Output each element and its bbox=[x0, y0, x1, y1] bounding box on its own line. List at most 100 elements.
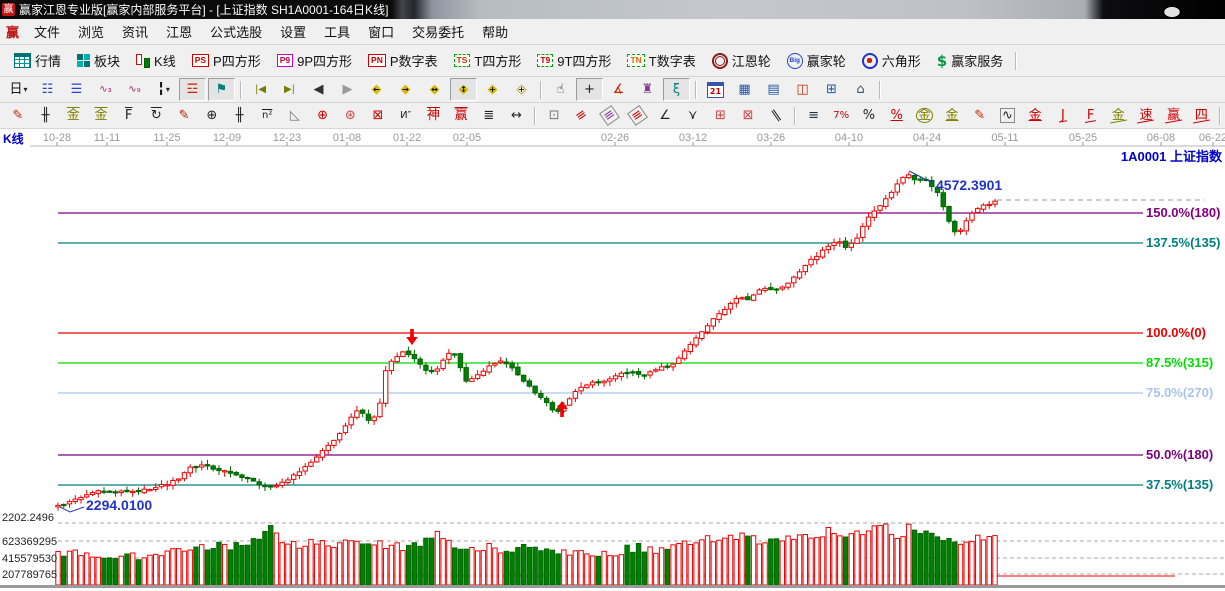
candle[interactable] bbox=[435, 369, 439, 371]
tool-button-fan-box-red[interactable]: ≡ bbox=[624, 104, 650, 127]
toolbar-button-9p-square[interactable]: P99P四方形 bbox=[269, 47, 360, 74]
tool-button-fan-box-purple[interactable]: ≡ bbox=[597, 104, 623, 127]
candle[interactable] bbox=[780, 287, 784, 289]
volume-bar[interactable] bbox=[694, 543, 698, 585]
volume-bar[interactable] bbox=[303, 546, 307, 585]
volume-bar[interactable] bbox=[504, 551, 508, 585]
tool-button-center-outline[interactable]: ◇+ bbox=[508, 78, 535, 101]
tool-button-wave-v[interactable]: ⋎ bbox=[680, 104, 706, 127]
candle[interactable] bbox=[96, 491, 100, 494]
candle[interactable] bbox=[211, 466, 215, 469]
volume-bar[interactable] bbox=[516, 548, 520, 585]
volume-bar[interactable] bbox=[154, 554, 158, 585]
candle[interactable] bbox=[309, 462, 313, 466]
candle[interactable] bbox=[636, 372, 640, 375]
candle[interactable] bbox=[108, 491, 112, 492]
volume-bar[interactable] bbox=[648, 547, 652, 585]
candle[interactable] bbox=[113, 492, 117, 493]
volume-bar[interactable] bbox=[159, 556, 163, 585]
candle[interactable] bbox=[976, 209, 980, 213]
volume-bar[interactable] bbox=[930, 533, 934, 585]
tool-button-step-forward[interactable]: ▶ bbox=[334, 78, 361, 101]
volume-bar[interactable] bbox=[62, 556, 66, 585]
volume-bar[interactable] bbox=[228, 550, 232, 585]
candle[interactable] bbox=[280, 482, 284, 485]
volume-bar[interactable] bbox=[688, 544, 692, 585]
volume-bar[interactable] bbox=[562, 550, 566, 585]
volume-bar[interactable] bbox=[240, 545, 244, 585]
volume-bar[interactable] bbox=[757, 544, 761, 585]
candle[interactable] bbox=[654, 370, 658, 371]
candle[interactable] bbox=[797, 272, 801, 278]
candle[interactable] bbox=[217, 469, 221, 471]
candle[interactable] bbox=[223, 471, 227, 472]
candle[interactable] bbox=[188, 467, 192, 473]
volume-bar[interactable] bbox=[418, 546, 422, 585]
menu-item-formula-picker[interactable]: 公式选股 bbox=[201, 19, 271, 44]
tool-button-browser-home[interactable]: ⌂ bbox=[847, 78, 874, 101]
candle[interactable] bbox=[521, 375, 525, 381]
volume-bar[interactable] bbox=[125, 554, 129, 585]
candle[interactable] bbox=[56, 505, 60, 507]
volume-bar[interactable] bbox=[171, 549, 175, 585]
candle[interactable] bbox=[602, 381, 606, 383]
volume-bar[interactable] bbox=[665, 549, 669, 585]
volume-bar[interactable] bbox=[723, 538, 727, 585]
tool-button-pan-vertical[interactable]: ◆↕ bbox=[450, 78, 477, 101]
candle[interactable] bbox=[763, 288, 767, 290]
volume-bar[interactable] bbox=[142, 558, 146, 585]
volume-bar[interactable] bbox=[585, 554, 589, 585]
tool-button-gann-tool[interactable]: ♜ bbox=[634, 78, 661, 101]
toolbar-button-p-number-table[interactable]: PNP数字表 bbox=[360, 47, 445, 74]
candle[interactable] bbox=[878, 206, 882, 211]
volume-bar[interactable] bbox=[659, 548, 663, 585]
tool-button-percent[interactable]: % bbox=[856, 104, 882, 127]
volume-bar[interactable] bbox=[194, 547, 198, 585]
volume-bar[interactable] bbox=[90, 557, 94, 585]
volume-bar[interactable] bbox=[636, 544, 640, 585]
candle[interactable] bbox=[832, 243, 836, 246]
volume-bar[interactable] bbox=[590, 556, 594, 585]
candle[interactable] bbox=[257, 482, 261, 485]
candle[interactable] bbox=[872, 211, 876, 217]
candle[interactable] bbox=[958, 230, 962, 231]
volume-bar[interactable] bbox=[378, 541, 382, 585]
volume-bar[interactable] bbox=[245, 545, 249, 585]
volume-bar[interactable] bbox=[861, 535, 865, 585]
tool-button-ruler-123[interactable]: ≣ bbox=[476, 104, 502, 127]
candle[interactable] bbox=[774, 289, 778, 290]
tool-button-pencil[interactable]: ✎ bbox=[5, 104, 31, 127]
candle[interactable] bbox=[711, 319, 715, 326]
tool-button-web[interactable]: ⊛ bbox=[337, 104, 363, 127]
toolbar-button-kline[interactable]: K线 bbox=[128, 47, 184, 74]
tool-button-speed-angle[interactable]: 速 bbox=[1133, 104, 1159, 127]
candle[interactable] bbox=[700, 332, 704, 339]
volume-bar[interactable] bbox=[746, 536, 750, 585]
volume-bar[interactable] bbox=[257, 539, 261, 585]
candle[interactable] bbox=[205, 465, 209, 466]
tool-button-ruler[interactable]: ╫ bbox=[33, 104, 59, 127]
candle[interactable] bbox=[447, 353, 451, 359]
volume-bar[interactable] bbox=[809, 538, 813, 585]
candle[interactable] bbox=[79, 497, 83, 499]
tool-button-export-chart[interactable]: ⊞ bbox=[818, 78, 845, 101]
candle[interactable] bbox=[889, 192, 893, 197]
candle[interactable] bbox=[981, 205, 985, 209]
tool-button-ink-brush[interactable]: ✎ bbox=[967, 104, 993, 127]
volume-bar[interactable] bbox=[797, 535, 801, 585]
tool-button-trend-arrows[interactable]: ∠ bbox=[652, 104, 678, 127]
volume-bar[interactable] bbox=[872, 526, 876, 585]
volume-bar[interactable] bbox=[527, 547, 531, 585]
volume-bar[interactable] bbox=[792, 539, 796, 585]
volume-bar[interactable] bbox=[211, 549, 215, 585]
tool-button-chart-flag[interactable]: ⚑ bbox=[208, 78, 235, 101]
tool-button-triangle-ruler[interactable]: ◺ bbox=[282, 104, 308, 127]
volume-bar[interactable] bbox=[884, 524, 888, 585]
volume-bar[interactable] bbox=[608, 556, 612, 585]
volume-bar[interactable] bbox=[711, 542, 715, 585]
volume-bar[interactable] bbox=[85, 553, 89, 585]
tool-button-grid-arrow[interactable]: ⊠ bbox=[735, 104, 761, 127]
candle[interactable] bbox=[67, 502, 71, 504]
kline-chart[interactable]: 10-2811-1111-2512-0912-2301-0801-2202-05… bbox=[0, 129, 1225, 591]
candle[interactable] bbox=[648, 372, 652, 375]
